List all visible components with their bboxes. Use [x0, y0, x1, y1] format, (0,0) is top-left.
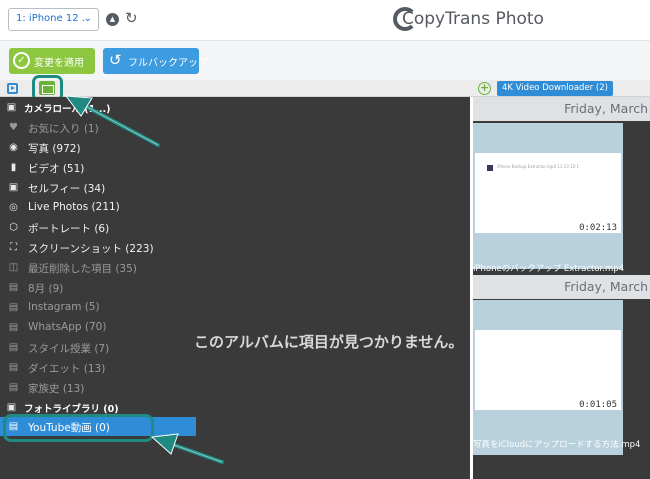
sidebar-item-label: 8月 (9)	[28, 283, 64, 295]
album-icon: ▤	[8, 322, 19, 333]
live-photos-icon: ◎	[9, 202, 18, 213]
album-content-panel: このアルバムに項目が見つかりません。	[196, 97, 470, 479]
album-icon: ▤	[8, 362, 19, 373]
date-label: Friday, March	[564, 279, 648, 294]
sidebar-item-photos[interactable]: ◉ 写真 (972)	[0, 138, 196, 157]
full-backup-label: フルバックアップ	[128, 58, 208, 69]
video-thumbnail[interactable]: iPhone Backup Extractor.mp4 11:13 12:1 0…	[473, 123, 623, 269]
empty-album-message: このアルバムに項目が見つかりません。	[196, 333, 464, 351]
sidebar-item-august[interactable]: ▤ 8月 (9)	[0, 278, 196, 297]
sidebar-item-videos[interactable]: ▮ ビデオ (51)	[0, 158, 196, 177]
video-duration: 0:01:05	[579, 400, 617, 410]
sidebar-item-instagram[interactable]: ▤ Instagram (5)	[0, 298, 196, 317]
portrait-icon: ⬡	[9, 222, 18, 233]
device-selector[interactable]: 1: iPhone 12 ... ⌄	[8, 8, 99, 31]
screenshot-icon: ⛶	[10, 242, 17, 253]
sidebar-item-whatsapp[interactable]: ▤ WhatsApp (70)	[0, 318, 196, 337]
thumbnail-title: iPhone Backup Extractor.mp4 11:13 12:1	[497, 164, 580, 169]
album-icon: ▤	[8, 382, 19, 393]
sidebar-item-label: Instagram (5)	[28, 301, 100, 313]
sidebar-item-label: ビデオ (51)	[28, 163, 85, 175]
sidebar-item-family-history[interactable]: ▤ 家族史 (13)	[0, 378, 196, 397]
sidebar-item-label: セルフィー (34)	[28, 183, 106, 195]
sidebar-item-label: フォトライブラリ (0)	[24, 404, 119, 415]
sidebar-item-label: 最近削除した項目 (35)	[28, 263, 137, 275]
date-header: Friday, March	[473, 275, 650, 299]
device-photos-panel: Friday, March iPhone Backup Extractor.mp…	[470, 97, 650, 479]
photo-icon: ◉	[9, 142, 18, 153]
full-backup-button[interactable]: ↺ フルバックアップ	[103, 48, 208, 74]
album-icon: ▤	[8, 302, 19, 313]
app-icon	[487, 165, 493, 171]
collapse-panel-icon[interactable]	[7, 83, 18, 94]
camera-icon: ▣	[6, 102, 17, 113]
album-icon: ▤	[8, 282, 19, 293]
sidebar-item-label: カメラロール (1...)	[24, 104, 111, 115]
album-icon: ▤	[8, 342, 19, 353]
sidebar-item-label: スタイル授業 (7)	[28, 343, 110, 355]
video-duration: 0:02:13	[579, 223, 617, 233]
middle-panel-header	[196, 80, 470, 97]
video-thumbnail[interactable]: 0:01:05	[473, 300, 623, 455]
selfie-icon: ▣	[8, 182, 19, 193]
sidebar-item-style-class[interactable]: ▤ スタイル授業 (7)	[0, 338, 196, 357]
sidebar-item-label: スクリーンショット (223)	[28, 243, 154, 255]
video-icon: ▮	[10, 162, 17, 173]
eject-icon[interactable]: ▲	[106, 13, 119, 26]
right-panel-header: + 4K Video Downloader (2)	[470, 80, 650, 97]
sidebar-item-recently-deleted[interactable]: ◫ 最近削除した項目 (35)	[0, 258, 196, 277]
heart-icon: ♥	[9, 122, 18, 133]
sidebar-item-camera-roll[interactable]: ▣ カメラロール (1...)	[0, 98, 196, 117]
date-header: Friday, March	[473, 97, 650, 121]
thumbnail-preview: 0:01:05	[475, 330, 621, 410]
trash-icon: ◫	[8, 262, 19, 273]
left-panel-header	[0, 80, 196, 97]
camera-icon: ▣	[6, 402, 17, 413]
apply-changes-label: 変更を適用	[34, 58, 84, 69]
sidebar-item-label: 写真 (972)	[28, 143, 81, 155]
check-icon: ✓	[13, 52, 30, 69]
sidebar-item-label: WhatsApp (70)	[28, 321, 107, 333]
action-bar: ✓ 変更を適用 ↺ フルバックアップ	[0, 40, 650, 80]
sidebar-item-label: ポートレート (6)	[28, 223, 110, 235]
sidebar-item-live-photos[interactable]: ◎ Live Photos (211)	[0, 198, 196, 217]
refresh-icon[interactable]: ↻	[125, 9, 138, 27]
apply-changes-button[interactable]: ✓ 変更を適用	[9, 48, 95, 74]
sidebar-item-diet[interactable]: ▤ ダイエット (13)	[0, 358, 196, 377]
sidebar-item-label: 家族史 (13)	[28, 383, 85, 395]
add-album-icon[interactable]: +	[478, 82, 491, 95]
top-bar: 1: iPhone 12 ... ⌄ ▲ ↻ CopyTrans Photo	[0, 0, 650, 40]
logo-text: CopyTrans Photo	[402, 9, 544, 29]
tab-4k-video-downloader[interactable]: 4K Video Downloader (2)	[497, 81, 613, 96]
sidebar-item-label: ダイエット (13)	[28, 363, 106, 375]
sidebar-item-label: Live Photos (211)	[28, 201, 120, 213]
sidebar-item-screenshots[interactable]: ⛶ スクリーンショット (223)	[0, 238, 196, 257]
highlight-box-selected-album	[3, 414, 154, 442]
video-filename: 写真をiCloudにアップロードする方法.mp4	[473, 440, 641, 450]
date-label: Friday, March	[564, 101, 648, 116]
sidebar-item-selfies[interactable]: ▣ セルフィー (34)	[0, 178, 196, 197]
device-selector-label: 1: iPhone 12 ...	[16, 13, 86, 24]
sidebar-item-portrait[interactable]: ⬡ ポートレート (6)	[0, 218, 196, 237]
chevron-down-icon: ⌄	[83, 13, 92, 24]
sidebar-item-favorites[interactable]: ♥ お気に入り (1)	[0, 118, 196, 137]
history-icon: ↺	[109, 51, 122, 69]
sidebar-item-label: お気に入り (1)	[28, 123, 99, 135]
video-filename: iPhoneのバックアップ Extractor.mp4	[473, 264, 625, 274]
thumbnail-preview: iPhone Backup Extractor.mp4 11:13 12:1 0…	[475, 153, 621, 233]
